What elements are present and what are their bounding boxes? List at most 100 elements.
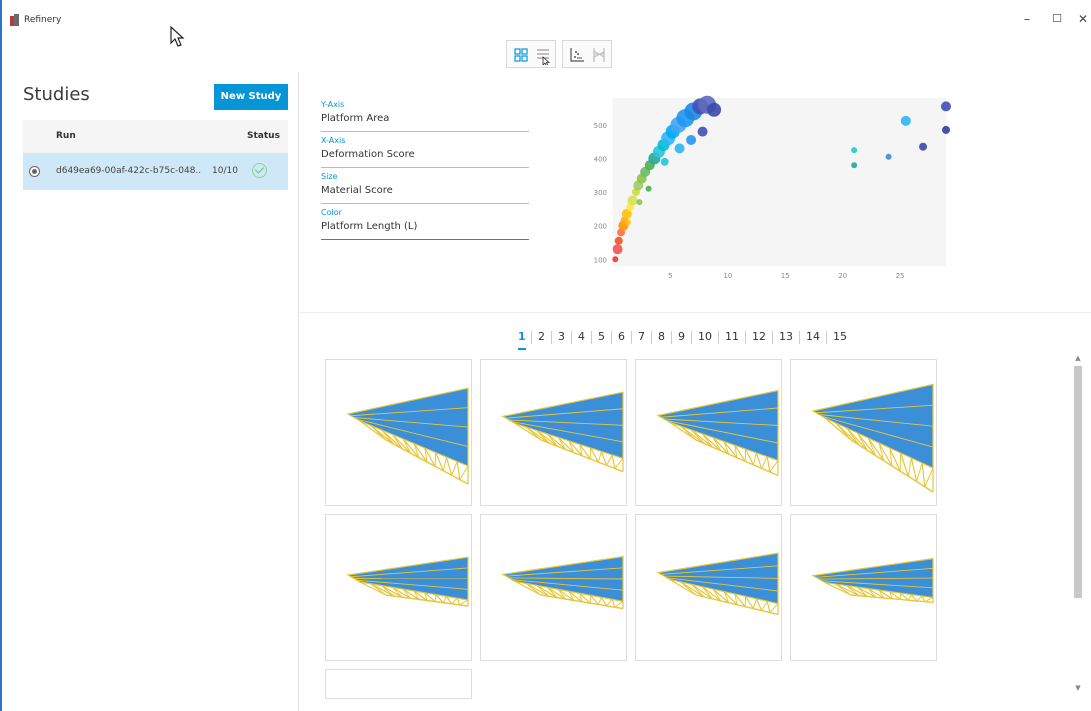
page-separator — [671, 331, 672, 344]
page-4-link[interactable]: 4 — [578, 330, 585, 343]
scroll-up-arrow-icon[interactable]: ▲ — [1073, 354, 1083, 362]
y-tick-label: 200 — [594, 223, 607, 231]
color-field[interactable]: Color Platform Length (L) — [321, 204, 529, 240]
data-point[interactable] — [697, 126, 708, 137]
status-column-header[interactable]: Status — [247, 131, 280, 141]
y-tick-label: 300 — [594, 189, 607, 197]
truss-model-icon — [656, 552, 779, 616]
scrollbar-thumb[interactable] — [1074, 366, 1082, 598]
page-9-link[interactable]: 9 — [678, 330, 685, 343]
parallel-coordinates-icon[interactable] — [589, 45, 609, 65]
scatter-plot-icon[interactable] — [567, 45, 587, 65]
minimize-button[interactable]: – — [1018, 12, 1036, 26]
y-axis-field[interactable]: Y-Axis Platform Area — [321, 96, 529, 132]
data-point[interactable] — [851, 147, 858, 154]
data-point[interactable] — [612, 244, 623, 255]
page-separator — [772, 331, 773, 344]
data-point[interactable] — [627, 195, 638, 206]
data-point[interactable] — [645, 185, 652, 192]
page-13-link[interactable]: 13 — [779, 330, 793, 343]
data-point[interactable] — [851, 162, 858, 169]
data-point[interactable] — [941, 101, 951, 112]
plot-area — [613, 98, 946, 266]
data-point[interactable] — [707, 102, 722, 117]
window-title: Refinery — [24, 15, 62, 25]
x-tick-label: 5 — [668, 272, 672, 280]
data-point[interactable] — [686, 135, 697, 145]
data-point[interactable] — [919, 142, 928, 151]
data-point[interactable] — [612, 256, 619, 263]
data-point[interactable] — [636, 199, 643, 206]
data-point[interactable] — [900, 115, 911, 126]
run-column-header[interactable]: Run — [56, 131, 76, 141]
title-bar: Refinery – ☐ ✕ — [2, 0, 1091, 47]
page-separator — [571, 331, 572, 344]
page-15-link[interactable]: 15 — [833, 330, 847, 343]
data-point[interactable] — [614, 236, 623, 245]
page-6-link[interactable]: 6 — [618, 330, 625, 343]
design-thumbnail[interactable] — [635, 514, 782, 661]
truss-model-icon — [346, 387, 469, 485]
run-count: 10/10 — [212, 166, 238, 176]
studies-panel: Studies New Study Run Status d649ea69-00… — [2, 72, 299, 711]
design-thumbnail[interactable] — [790, 359, 937, 506]
page-separator — [745, 331, 746, 344]
size-label: Size — [321, 172, 338, 181]
close-button[interactable]: ✕ — [1074, 12, 1091, 26]
page-separator — [551, 331, 552, 344]
current-page-indicator — [518, 348, 526, 350]
data-point[interactable] — [660, 157, 669, 166]
results-panel: Y-Axis Platform Area X-Axis Deformation … — [300, 72, 1091, 711]
page-10-link[interactable]: 10 — [698, 330, 712, 343]
truss-model-icon — [501, 391, 624, 473]
design-thumbnail[interactable] — [480, 514, 627, 661]
data-point[interactable] — [674, 143, 685, 154]
page-separator — [611, 331, 612, 344]
page-5-link[interactable]: 5 — [598, 330, 605, 343]
x-axis-field[interactable]: X-Axis Deformation Score — [321, 132, 529, 168]
gallery-scrollbar[interactable]: ▲ ▼ — [1073, 354, 1083, 696]
scatter-chart[interactable]: 100 200 300 400 500 5 10 15 20 25 — [580, 90, 960, 290]
y-axis-value[interactable]: Platform Area — [321, 113, 389, 124]
refinery-logo-icon — [10, 14, 19, 26]
data-point[interactable] — [885, 153, 892, 160]
size-value[interactable]: Material Score — [321, 185, 393, 196]
view-toggle-group — [506, 40, 556, 68]
page-12-link[interactable]: 12 — [752, 330, 766, 343]
page-7-link[interactable]: 7 — [638, 330, 645, 343]
list-view-icon[interactable] — [533, 45, 553, 65]
row-radio-button[interactable] — [29, 166, 40, 177]
page-3-link[interactable]: 3 — [558, 330, 565, 343]
design-thumbnail[interactable] — [480, 359, 627, 506]
page-11-link[interactable]: 11 — [725, 330, 739, 343]
color-value[interactable]: Platform Length (L) — [321, 221, 417, 232]
page-separator — [651, 331, 652, 344]
page-1-link[interactable]: 1 — [518, 330, 526, 343]
truss-model-icon — [811, 557, 934, 604]
design-thumbnail[interactable] — [325, 359, 472, 506]
grid-view-icon[interactable] — [511, 45, 531, 65]
design-thumbnail[interactable] — [325, 514, 472, 661]
scroll-down-arrow-icon[interactable]: ▼ — [1073, 684, 1083, 692]
x-axis-label: X-Axis — [321, 136, 346, 145]
page-8-link[interactable]: 8 — [658, 330, 665, 343]
x-tick-label: 10 — [723, 272, 732, 280]
maximize-button[interactable]: ☐ — [1048, 12, 1066, 25]
page-2-link[interactable]: 2 — [538, 330, 545, 343]
data-point[interactable] — [624, 219, 631, 226]
table-row[interactable]: d649ea69-00af-422c-b75c-048.. 10/10 — [23, 153, 288, 190]
page-14-link[interactable]: 14 — [806, 330, 820, 343]
design-thumbnail[interactable] — [325, 669, 472, 699]
new-study-button[interactable]: New Study — [214, 84, 288, 110]
mouse-cursor-icon — [170, 26, 185, 47]
design-thumbnail[interactable] — [635, 359, 782, 506]
chart-toggle-group — [562, 40, 612, 68]
size-field[interactable]: Size Material Score — [321, 168, 529, 204]
x-axis-value[interactable]: Deformation Score — [321, 149, 415, 160]
design-thumbnail[interactable] — [790, 514, 937, 661]
data-point[interactable] — [942, 125, 950, 134]
studies-table-header: Run Status — [23, 120, 288, 153]
studies-title: Studies — [23, 84, 90, 105]
page-separator — [531, 331, 532, 344]
truss-model-icon — [346, 556, 469, 607]
